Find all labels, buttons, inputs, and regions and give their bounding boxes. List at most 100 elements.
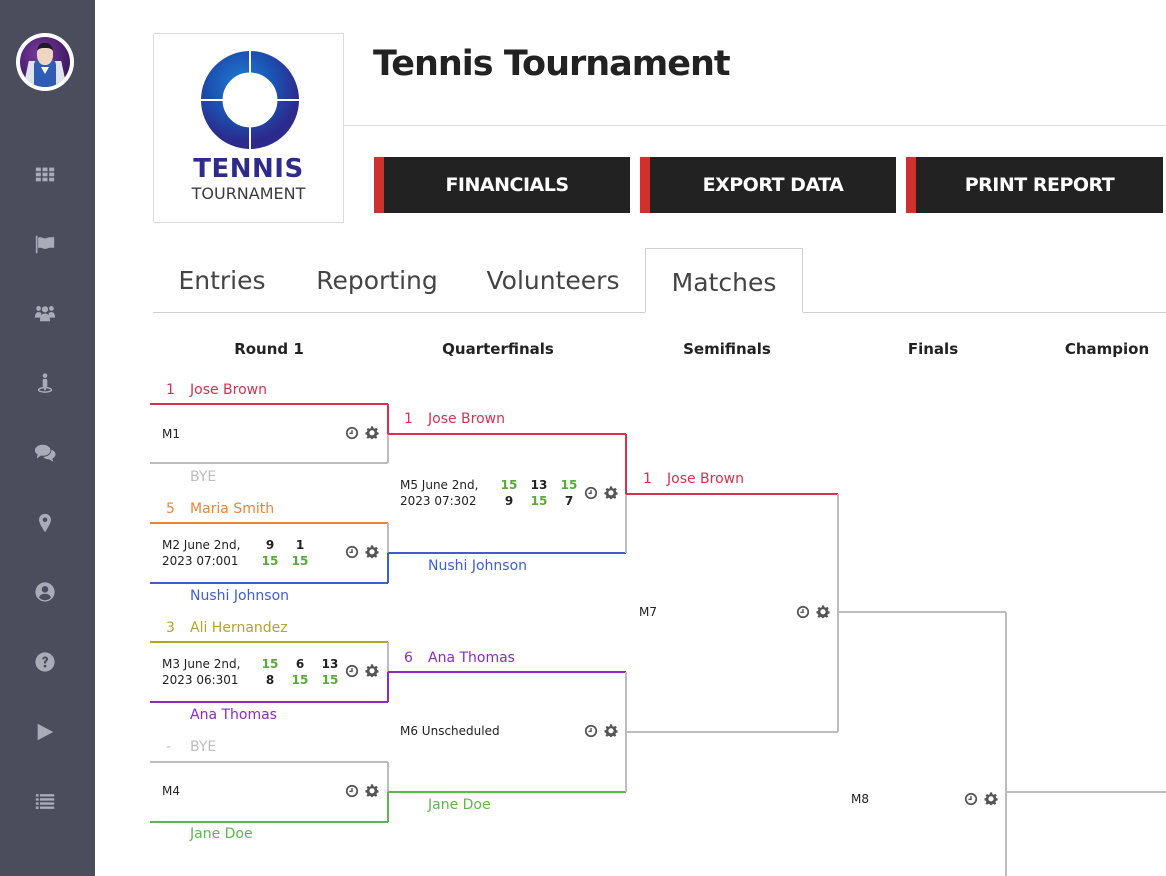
m8-label: M8	[851, 792, 869, 806]
m5-scores: 15 13 15 9 15 7	[494, 477, 584, 509]
score-row-top: 15 6 13	[255, 656, 345, 672]
set-score: 8	[265, 673, 275, 687]
set-score: 9	[265, 538, 275, 552]
question-icon[interactable]	[33, 650, 57, 674]
gear-icon[interactable]	[984, 792, 998, 806]
sidebar	[0, 0, 95, 876]
export-data-button[interactable]: EXPORT DATA	[640, 157, 896, 213]
clock-icon[interactable]	[345, 784, 359, 798]
tab-volunteers[interactable]: Volunteers	[479, 248, 627, 313]
set-score: 15	[291, 673, 309, 687]
set-score: 9	[504, 494, 514, 508]
flag-icon[interactable]	[33, 232, 57, 256]
m4-bottom-player[interactable]: Jane Doe	[166, 826, 253, 842]
m7-actions	[796, 605, 830, 619]
score-row-top: 15 13 15	[494, 477, 584, 493]
set-score: 13	[530, 478, 548, 492]
clock-icon[interactable]	[345, 664, 359, 678]
round-header-champion: Champion	[1064, 340, 1150, 358]
score-row-top: 91	[255, 537, 315, 553]
round-header-round1: Round 1	[234, 340, 304, 358]
m2-scores: 9 1 15 15	[255, 537, 315, 569]
gear-icon[interactable]	[816, 605, 830, 619]
set-score: 15	[261, 554, 279, 568]
logo-text-tournament: TOURNAMENT	[191, 184, 306, 203]
set-score: 15	[261, 657, 279, 671]
m3-actions	[345, 664, 379, 678]
set-score: 15	[291, 554, 309, 568]
clock-icon[interactable]	[345, 545, 359, 559]
m6-label: M6 Unscheduled	[400, 724, 500, 738]
clock-icon[interactable]	[964, 792, 978, 806]
gear-icon[interactable]	[604, 724, 618, 738]
m7-top-player[interactable]: 1 Jose Brown	[643, 471, 744, 487]
player-icon[interactable]	[33, 371, 57, 395]
financials-button[interactable]: FINANCIALS	[374, 157, 630, 213]
set-score: 6	[295, 657, 305, 671]
set-score: 15	[560, 478, 578, 492]
m2-bottom-player[interactable]: Nushi Johnson	[166, 588, 289, 604]
m2-label: M2 June 2nd, 2023 07:001	[162, 538, 241, 568]
map-marker-icon[interactable]	[33, 511, 57, 535]
gear-icon[interactable]	[365, 545, 379, 559]
m1-label: M1	[162, 427, 180, 441]
round-header-finals: Finals	[907, 340, 959, 358]
m5-bottom-player[interactable]: Nushi Johnson	[404, 558, 527, 574]
score-row-bottom: 9 15 7	[494, 493, 584, 509]
clock-icon[interactable]	[796, 605, 810, 619]
set-score: 1	[295, 538, 305, 552]
tennis-ring-icon	[201, 51, 299, 149]
set-score: 15	[530, 494, 548, 508]
list-icon[interactable]	[33, 789, 57, 813]
score-row-bottom: 15 15	[255, 553, 315, 569]
tournament-logo: TENNIS TOURNAMENT	[153, 33, 344, 223]
page-title: Tennis Tournament	[373, 44, 731, 84]
avatar[interactable]	[16, 33, 74, 91]
tab-bar: Entries Reporting Volunteers Matches	[153, 248, 1166, 313]
avatar-image	[20, 37, 70, 87]
m8-actions	[964, 792, 998, 806]
tab-reporting[interactable]: Reporting	[303, 248, 451, 313]
m6-top-player[interactable]: 6 Ana Thomas	[404, 650, 515, 666]
m2-actions	[345, 545, 379, 559]
grid-icon[interactable]	[33, 162, 57, 186]
m1-bottom-player: BYE	[190, 469, 217, 485]
tab-matches[interactable]: Matches	[645, 248, 803, 313]
gear-icon[interactable]	[604, 486, 618, 500]
m4-top-player: - BYE	[166, 739, 217, 755]
gear-icon[interactable]	[365, 784, 379, 798]
user-circle-icon[interactable]	[33, 580, 57, 604]
set-score: 15	[500, 478, 518, 492]
users-icon[interactable]	[33, 301, 57, 325]
clock-icon[interactable]	[584, 724, 598, 738]
m5-actions	[584, 486, 618, 500]
m1-top-player[interactable]: 1 Jose Brown	[166, 382, 267, 398]
m6-bottom-player[interactable]: Jane Doe	[404, 797, 491, 813]
play-icon[interactable]	[33, 720, 57, 744]
chat-icon[interactable]	[33, 441, 57, 465]
m3-scores: 15 6 13 8 15 15	[255, 656, 345, 688]
m2-top-player[interactable]: 5 Maria Smith	[166, 501, 274, 517]
gear-icon[interactable]	[365, 664, 379, 678]
m7-label: M7	[639, 605, 657, 619]
m5-top-player[interactable]: 1 Jose Brown	[404, 411, 505, 427]
logo-text-tennis: TENNIS	[193, 154, 304, 184]
m3-label: M3 June 2nd, 2023 06:301	[162, 657, 241, 687]
m5-label: M5 June 2nd, 2023 07:302	[400, 478, 479, 508]
m3-bottom-player[interactable]: Ana Thomas	[166, 707, 277, 723]
gear-icon[interactable]	[365, 426, 379, 440]
round-header-quarterfinals: Quarterfinals	[442, 340, 554, 358]
clock-icon[interactable]	[345, 426, 359, 440]
print-report-button[interactable]: PRINT REPORT	[906, 157, 1163, 213]
set-score: 7	[564, 494, 574, 508]
tab-entries[interactable]: Entries	[153, 248, 291, 313]
m6-actions	[584, 724, 618, 738]
score-row-bottom: 8 15 15	[255, 672, 345, 688]
m3-top-player[interactable]: 3 Ali Hernandez	[166, 620, 288, 636]
m4-actions	[345, 784, 379, 798]
set-score: 15	[321, 673, 339, 687]
set-score: 13	[321, 657, 339, 671]
round-header-semifinals: Semifinals	[683, 340, 771, 358]
m1-actions	[345, 426, 379, 440]
clock-icon[interactable]	[584, 486, 598, 500]
